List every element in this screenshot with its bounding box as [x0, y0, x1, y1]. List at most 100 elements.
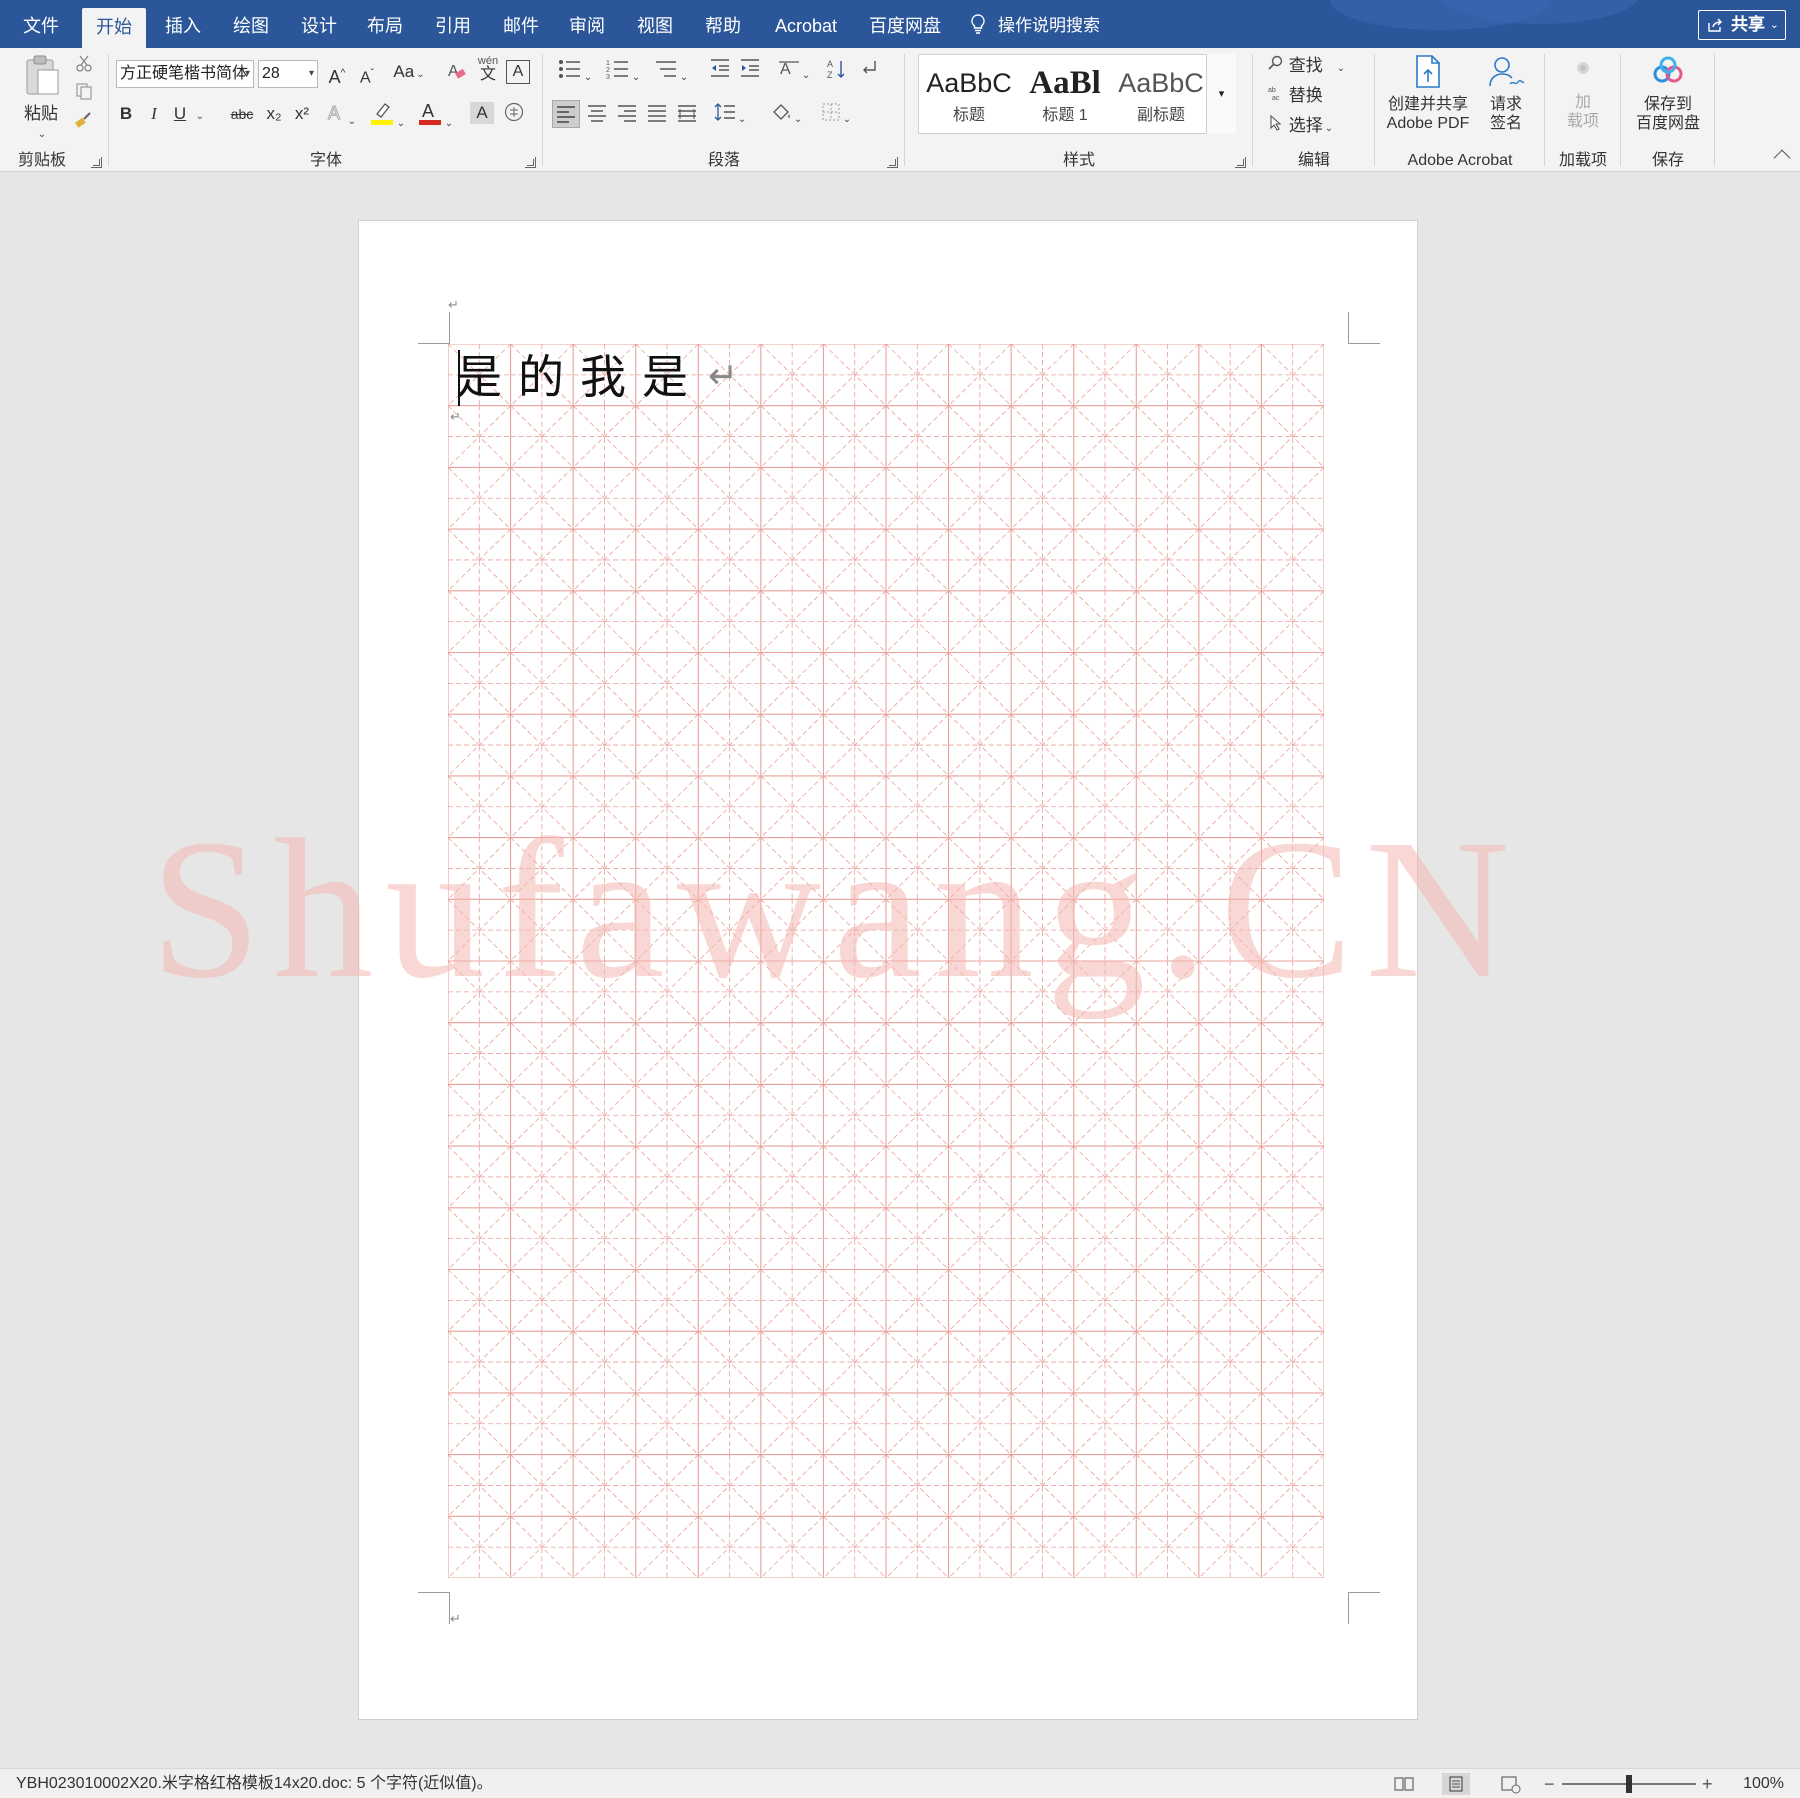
- cursor-arrow-icon: [1270, 114, 1282, 131]
- grow-font-button[interactable]: A^: [324, 62, 350, 89]
- collapse-ribbon-button[interactable]: [1773, 149, 1791, 167]
- tab-insert[interactable]: 插入: [156, 0, 210, 48]
- styles-dialog-launcher[interactable]: [1235, 157, 1246, 168]
- tab-home[interactable]: 开始: [82, 8, 146, 48]
- subscript-button[interactable]: x₂: [262, 102, 286, 126]
- show-marks-button[interactable]: [856, 58, 882, 85]
- font-size-combo[interactable]: 28 ▾: [258, 60, 318, 88]
- highlight-button[interactable]: ⌄: [368, 100, 408, 136]
- align-right-button[interactable]: [614, 104, 640, 129]
- shrink-font-button[interactable]: Aˇ: [354, 62, 380, 90]
- increase-indent-button[interactable]: [736, 58, 764, 85]
- tab-view[interactable]: 视图: [628, 0, 682, 48]
- format-painter-button[interactable]: [72, 110, 96, 137]
- phonetic-guide-button[interactable]: wén 文: [474, 54, 502, 83]
- line-spacing-icon: [714, 103, 735, 121]
- web-layout-button[interactable]: [1496, 1773, 1524, 1795]
- group-separator: [542, 54, 543, 166]
- replace-button[interactable]: ab ac 替换: [1268, 84, 1368, 108]
- tab-draw[interactable]: 绘图: [224, 0, 278, 48]
- tab-mailings[interactable]: 邮件: [494, 0, 548, 48]
- underline-button[interactable]: U: [168, 102, 192, 126]
- paragraph-mark: ↵: [450, 1611, 461, 1626]
- document-text[interactable]: 是的我是: [456, 346, 704, 408]
- print-layout-button[interactable]: [1442, 1773, 1470, 1795]
- asian-layout-button[interactable]: A ⌄: [774, 58, 814, 88]
- zoom-out-button[interactable]: −: [1544, 1769, 1555, 1798]
- tab-baidu-netdisk[interactable]: 百度网盘: [862, 0, 948, 48]
- save-group-label: 保存: [1651, 152, 1684, 169]
- bullets-button[interactable]: ⌄: [554, 58, 596, 90]
- select-button[interactable]: 选择 ⌄: [1268, 114, 1368, 141]
- baidu-netdisk-icon: [1653, 56, 1683, 83]
- align-left-button[interactable]: [552, 100, 580, 128]
- strikethrough-button[interactable]: abc: [228, 102, 256, 126]
- tab-layout[interactable]: 布局: [358, 0, 412, 48]
- request-signature-button[interactable]: 请求 签名: [1480, 54, 1532, 133]
- tab-references[interactable]: 引用: [426, 0, 480, 48]
- distributed-icon: [678, 105, 696, 122]
- decrease-indent-button[interactable]: [706, 58, 734, 85]
- align-center-icon: [588, 105, 606, 122]
- zoom-slider-thumb[interactable]: [1626, 1775, 1632, 1793]
- distributed-button[interactable]: [674, 104, 700, 129]
- tab-help[interactable]: 帮助: [696, 0, 750, 48]
- share-button[interactable]: 共享 ⌄: [1698, 10, 1786, 40]
- underline-dropdown[interactable]: ⌄: [192, 102, 206, 129]
- enclose-char-button[interactable]: A: [506, 60, 530, 84]
- request-sign-line1: 请求: [1489, 96, 1522, 113]
- superscript-button[interactable]: x²: [290, 102, 314, 126]
- highlighter-icon: [370, 103, 393, 125]
- justify-button[interactable]: [644, 104, 670, 129]
- save-line2: 百度网盘: [1635, 115, 1700, 132]
- enclosed-char-button[interactable]: [502, 102, 526, 129]
- font-color-button[interactable]: A ⌄: [416, 100, 456, 136]
- align-center-button[interactable]: [584, 104, 610, 129]
- addins-line1: 加: [1574, 94, 1591, 111]
- create-pdf-line1: 创建并共享: [1387, 96, 1468, 113]
- zoom-in-button[interactable]: +: [1702, 1769, 1713, 1798]
- margin-corner-bottom-left: [418, 1592, 450, 1624]
- create-share-pdf-button[interactable]: 创建并共享 Adobe PDF: [1386, 54, 1470, 133]
- font-color-icon: A: [418, 101, 441, 125]
- clipboard-dialog-launcher[interactable]: [91, 157, 102, 168]
- numbering-button[interactable]: 1 2 3 ⌄: [602, 58, 644, 90]
- read-mode-button[interactable]: [1390, 1773, 1418, 1795]
- italic-button[interactable]: I: [142, 102, 166, 126]
- copy-button[interactable]: [72, 82, 96, 107]
- clear-formatting-button[interactable]: A: [444, 60, 470, 89]
- sort-button[interactable]: AZ: [824, 58, 850, 87]
- change-case-button[interactable]: Aa ⌄: [388, 60, 430, 87]
- find-button[interactable]: 查找 ⌄: [1268, 54, 1368, 81]
- font-name-combo[interactable]: 方正硬笔楷书简体 ▾: [116, 60, 254, 88]
- chevron-down-icon: ▾: [244, 68, 250, 79]
- tab-design[interactable]: 设计: [292, 0, 346, 48]
- zoom-level[interactable]: 100%: [1743, 1769, 1784, 1798]
- font-dialog-launcher[interactable]: [525, 157, 536, 168]
- svg-text:A: A: [448, 63, 459, 80]
- multilevel-list-button[interactable]: ⌄: [650, 58, 692, 90]
- page-icon: [1449, 1776, 1463, 1792]
- bold-button[interactable]: B: [114, 102, 138, 126]
- cut-button[interactable]: [72, 54, 96, 79]
- font-name-value: 方正硬笔楷书简体: [120, 65, 249, 82]
- tab-review[interactable]: 审阅: [560, 0, 614, 48]
- copy-icon: [76, 83, 92, 100]
- tab-file[interactable]: 文件: [14, 0, 68, 48]
- text-effects-button[interactable]: A ⌄: [324, 102, 358, 134]
- increase-indent-icon: [741, 59, 759, 77]
- text-effects-icon: A: [327, 103, 340, 124]
- borders-button[interactable]: ⌄: [816, 102, 856, 132]
- shading-button[interactable]: ⌄: [766, 102, 806, 132]
- paragraph-dialog-launcher[interactable]: [887, 157, 898, 168]
- paste-button[interactable]: 粘贴 ⌄: [14, 54, 68, 140]
- save-to-baidu-button[interactable]: 保存到 百度网盘: [1626, 54, 1710, 133]
- bullet-list-icon: [558, 60, 580, 78]
- addins-button[interactable]: 加 载项: [1556, 54, 1610, 131]
- tell-me-search[interactable]: 操作说明搜索: [970, 0, 1100, 48]
- char-shading-button[interactable]: A: [470, 102, 494, 124]
- book-icon: [1394, 1777, 1414, 1791]
- line-spacing-button[interactable]: ⌄: [710, 102, 750, 132]
- tab-acrobat[interactable]: Acrobat: [766, 0, 846, 48]
- replace-label: 替换: [1288, 86, 1323, 105]
